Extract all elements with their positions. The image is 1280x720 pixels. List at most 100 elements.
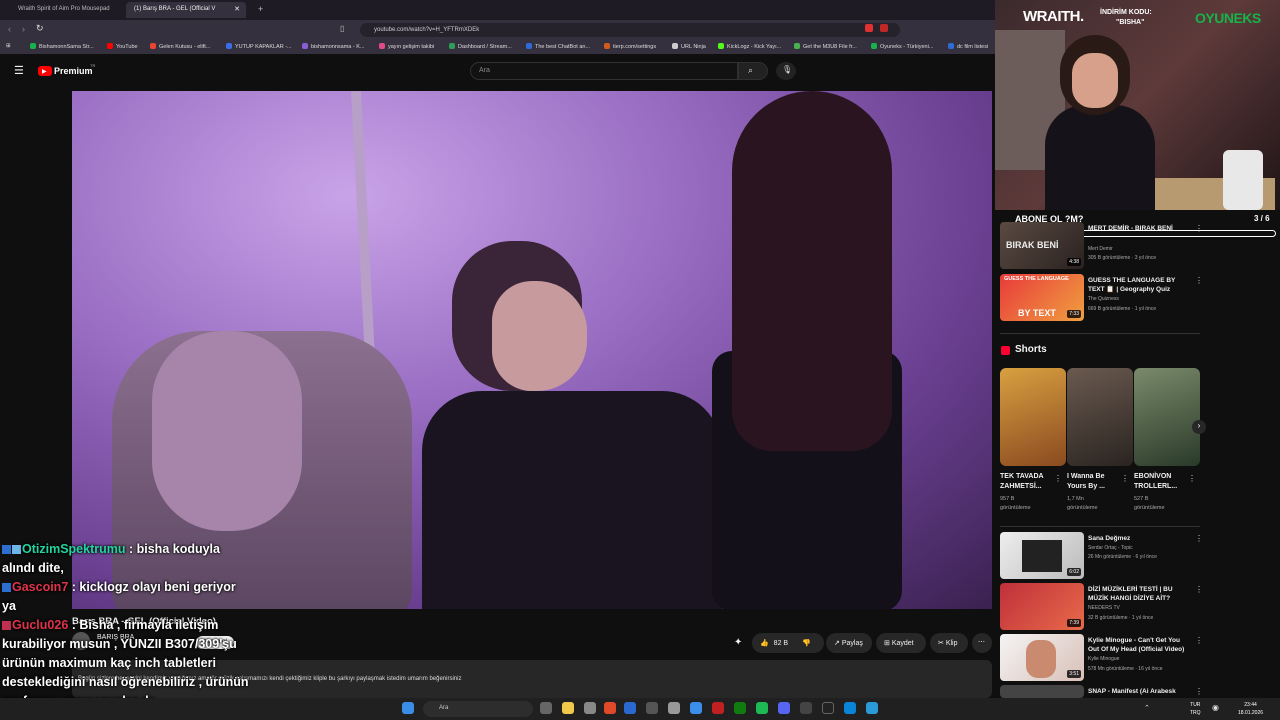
bookmark-item[interactable]: Get the M3U8 File fr... xyxy=(794,43,857,50)
video-channel[interactable]: Serdar Ortaç - Topic xyxy=(1088,545,1133,551)
video-player[interactable] xyxy=(72,91,992,609)
file-explorer-icon[interactable] xyxy=(562,702,574,714)
more-icon[interactable]: ⋮ xyxy=(1195,276,1203,285)
bookmark-page-icon[interactable]: ▯ xyxy=(340,24,344,33)
discord-icon[interactable] xyxy=(778,702,790,714)
more-icon[interactable]: ⋮ xyxy=(1195,534,1203,543)
video-channel[interactable]: NEEDERS TV xyxy=(1088,605,1120,611)
bookmark-item[interactable]: Dashboard / Stream... xyxy=(449,43,512,50)
apps-icon[interactable]: ⊞ xyxy=(6,43,11,49)
video-thumbnail[interactable]: BIRAK BENİ 4:38 xyxy=(1000,222,1084,269)
short-thumbnail[interactable] xyxy=(1000,368,1066,466)
recommended-video[interactable]: GUESS THE LANGUAGE BY TEXT 7:33 GUESS TH… xyxy=(1000,274,1205,322)
short-title[interactable]: EBONİVON TROLLERL... xyxy=(1134,472,1190,492)
tray-arrow-icon[interactable]: ⌃ xyxy=(1144,704,1150,712)
app-icon[interactable] xyxy=(690,702,702,714)
search-button[interactable]: ⌕ xyxy=(738,62,768,80)
clip-button[interactable]: ✂ Klip xyxy=(930,633,968,653)
video-title[interactable]: GUESS THE LANGUAGE BY TEXT 📋 | Geography… xyxy=(1088,276,1188,294)
new-tab-button[interactable]: + xyxy=(250,0,266,16)
video-thumbnail[interactable] xyxy=(1000,685,1084,698)
more-icon[interactable]: ⋮ xyxy=(1054,474,1062,483)
app-icon[interactable] xyxy=(584,702,596,714)
bookmark-item[interactable]: The best ChatBot an... xyxy=(526,43,590,50)
video-title[interactable]: Sana Değmez xyxy=(1088,534,1188,543)
dislike-icon[interactable]: 👎 xyxy=(802,640,811,647)
spotify-icon[interactable] xyxy=(756,702,768,714)
menu-icon[interactable]: ☰ xyxy=(14,64,24,77)
search-input[interactable]: Ara xyxy=(470,62,738,80)
more-icon[interactable]: ⋮ xyxy=(1188,474,1196,483)
system-clock[interactable]: 23:44 18.01.2026 xyxy=(1238,701,1263,717)
recommended-video[interactable]: 7:39 DİZİ MÜZİKLERİ TESTİ | BU MÜZİK HAN… xyxy=(1000,583,1205,631)
video-thumbnail[interactable]: 3:51 xyxy=(1000,634,1084,681)
xbox-icon[interactable] xyxy=(734,702,746,714)
video-channel[interactable]: Kylie Minogue xyxy=(1088,656,1119,662)
hype-icon[interactable]: ✦ xyxy=(734,637,742,648)
url-field[interactable]: youtube.com/watch?v=H_YFTRmXDEk xyxy=(360,23,900,37)
short-thumbnail[interactable] xyxy=(1134,368,1200,466)
browser-tab[interactable]: Wraith Spirit of Aim Pro Mousepad xyxy=(10,2,125,18)
bookmark-item[interactable]: KickLogz - Kick Yayı... xyxy=(718,43,781,50)
app-icon[interactable] xyxy=(800,702,812,714)
bookmark-item[interactable]: tierp.com/settings xyxy=(604,43,656,50)
more-icon[interactable]: ⋮ xyxy=(1195,585,1203,594)
video-channel[interactable]: The Quizness xyxy=(1088,296,1119,302)
share-button[interactable]: ↗ Paylaş xyxy=(826,633,872,653)
bookmark-item[interactable]: Gelen Kutusu - elift... xyxy=(150,43,210,50)
recommended-video[interactable]: SNAP - Manifest (Ai Arabesk ⋮ xyxy=(1000,685,1205,698)
steam-icon[interactable] xyxy=(624,702,636,714)
more-icon[interactable]: ⋮ xyxy=(1195,636,1203,645)
back-icon[interactable]: ‹ xyxy=(8,24,11,34)
extension-icon[interactable] xyxy=(865,24,873,32)
reload-icon[interactable]: ↻ xyxy=(36,23,44,34)
x-app-icon[interactable] xyxy=(822,702,834,714)
bookmark-item[interactable]: bishamonnsama - K... xyxy=(302,43,365,50)
video-title[interactable]: DİZİ MÜZİKLERİ TESTİ | BU MÜZİK HANGİ Dİ… xyxy=(1088,585,1188,603)
network-icon[interactable]: ◉ xyxy=(1212,703,1219,712)
more-icon[interactable]: ⋮ xyxy=(1195,224,1203,233)
brave-icon[interactable] xyxy=(604,702,616,714)
recommended-video[interactable]: 6:02 Sana Değmez Serdar Ortaç - Topic 26… xyxy=(1000,532,1205,580)
short-title[interactable]: I Wanna Be Yours By ... xyxy=(1067,472,1123,492)
youtube-premium-logo[interactable]: Premium xyxy=(54,66,93,76)
like-button[interactable]: 👍 82 B 👎 xyxy=(752,633,824,653)
bookmark-item[interactable]: URL Ninja xyxy=(672,43,706,50)
short-thumbnail[interactable] xyxy=(1067,368,1133,466)
next-shorts-icon[interactable]: › xyxy=(1192,420,1206,434)
taskbar-search[interactable]: Ara xyxy=(423,701,533,717)
forward-icon[interactable]: › xyxy=(22,24,25,34)
app-icon[interactable] xyxy=(668,702,680,714)
video-thumbnail[interactable]: 7:39 xyxy=(1000,583,1084,630)
app-icon[interactable] xyxy=(646,702,658,714)
bookmark-item[interactable]: BishamonnSama Str... xyxy=(30,43,94,50)
voice-search-button[interactable]: 🎙 xyxy=(776,62,796,80)
short-title[interactable]: TEK TAVADA ZAHMETSİ... xyxy=(1000,472,1056,492)
recommended-video[interactable]: 3:51 Kylie Minogue - Can't Get You Out O… xyxy=(1000,634,1205,682)
bookmark-item[interactable]: yayın gelişim takibi xyxy=(379,43,434,50)
save-button[interactable]: ⊞ Kaydet xyxy=(876,633,926,653)
input-language[interactable]: TUR TRQ xyxy=(1190,701,1201,717)
bookmark-item[interactable]: YouTube xyxy=(107,43,138,50)
app-icon[interactable] xyxy=(866,702,878,714)
video-thumbnail[interactable]: 6:02 xyxy=(1000,532,1084,579)
windows-start-icon[interactable] xyxy=(402,702,414,714)
video-title[interactable]: SNAP - Manifest (Ai Arabesk xyxy=(1088,687,1188,696)
more-actions-button[interactable]: ⋯ xyxy=(972,633,992,653)
more-icon[interactable]: ⋮ xyxy=(1195,687,1203,696)
bookmark-item[interactable]: dc film listesi xyxy=(948,43,988,50)
bookmark-item[interactable]: Oyuneks - Türkiyeni... xyxy=(871,43,933,50)
app-icon[interactable] xyxy=(712,702,724,714)
video-title[interactable]: MERT DEMİR - BIRAK BENİ xyxy=(1088,224,1188,233)
bookmark-item[interactable]: YUTUP KAPAKLAR -... xyxy=(226,43,292,50)
video-channel[interactable]: Mert Demir xyxy=(1088,246,1113,252)
recommended-video[interactable]: BIRAK BENİ 4:38 MERT DEMİR - BIRAK BENİ … xyxy=(1000,222,1205,270)
more-icon[interactable]: ⋮ xyxy=(1121,474,1129,483)
extension-icon[interactable] xyxy=(880,24,888,32)
task-view-icon[interactable] xyxy=(540,702,552,714)
edge-icon[interactable] xyxy=(844,702,856,714)
video-thumbnail[interactable]: GUESS THE LANGUAGE BY TEXT 7:33 xyxy=(1000,274,1084,321)
video-title[interactable]: Kylie Minogue - Can't Get You Out Of My … xyxy=(1088,636,1188,654)
browser-tab-active[interactable]: (1) Barış BRA - GEL (Official V ✕ xyxy=(126,2,246,18)
close-tab-icon[interactable]: ✕ xyxy=(234,5,240,13)
